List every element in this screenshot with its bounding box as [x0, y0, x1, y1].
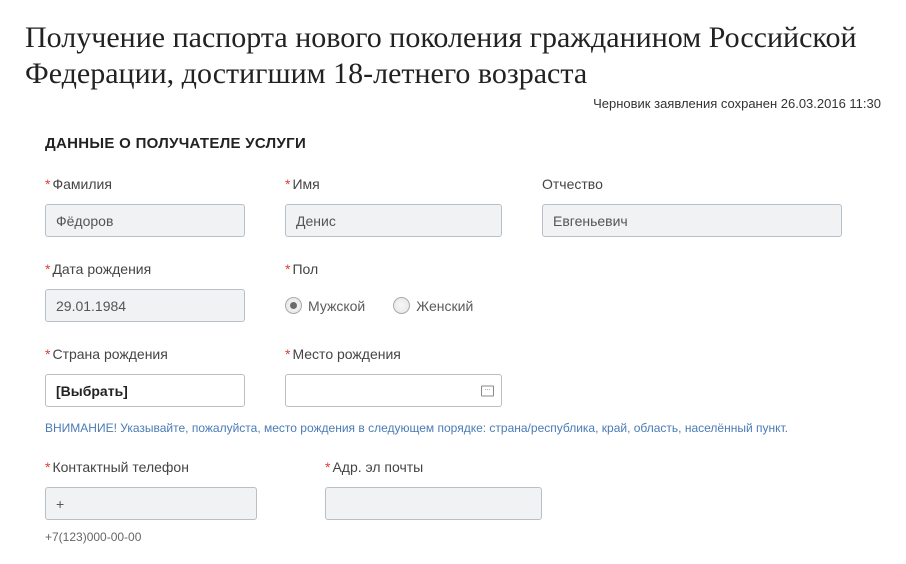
birth-country-label: Страна рождения — [45, 346, 245, 362]
patronymic-label: Отчество — [542, 176, 842, 192]
keyboard-icon[interactable]: ⋯ — [481, 385, 494, 396]
email-input[interactable] — [325, 487, 542, 520]
page-title: Получение паспорта нового поколения граж… — [25, 20, 881, 92]
gender-female-label: Женский — [416, 298, 473, 314]
radio-icon — [393, 297, 410, 314]
birth-place-label: Место рождения — [285, 346, 502, 362]
radio-icon — [285, 297, 302, 314]
phone-format-hint: +7(123)000-00-00 — [45, 530, 881, 544]
phone-label: Контактный телефон — [45, 459, 257, 475]
name-input[interactable] — [285, 204, 502, 237]
birth-place-hint: ВНИМАНИЕ! Указывайте, пожалуйста, место … — [45, 421, 881, 435]
gender-male-radio[interactable]: Мужской — [285, 297, 365, 314]
surname-input[interactable] — [45, 204, 245, 237]
patronymic-input[interactable] — [542, 204, 842, 237]
name-label: Имя — [285, 176, 502, 192]
dob-label: Дата рождения — [45, 261, 245, 277]
section-title: ДАННЫЕ О ПОЛУЧАТЕЛЕ УСЛУГИ — [45, 135, 881, 152]
phone-input[interactable] — [45, 487, 257, 520]
gender-radio-group: Мужской Женский — [285, 289, 502, 322]
gender-male-label: Мужской — [308, 298, 365, 314]
dob-input[interactable] — [45, 289, 245, 322]
surname-label: Фамилия — [45, 176, 245, 192]
birth-country-select[interactable]: [Выбрать] — [45, 374, 245, 407]
draft-saved-note: Черновик заявления сохранен 26.03.2016 1… — [25, 96, 881, 111]
gender-female-radio[interactable]: Женский — [393, 297, 473, 314]
gender-label: Пол — [285, 261, 502, 277]
birth-place-input[interactable] — [285, 374, 502, 407]
email-label: Адр. эл почты — [325, 459, 542, 475]
